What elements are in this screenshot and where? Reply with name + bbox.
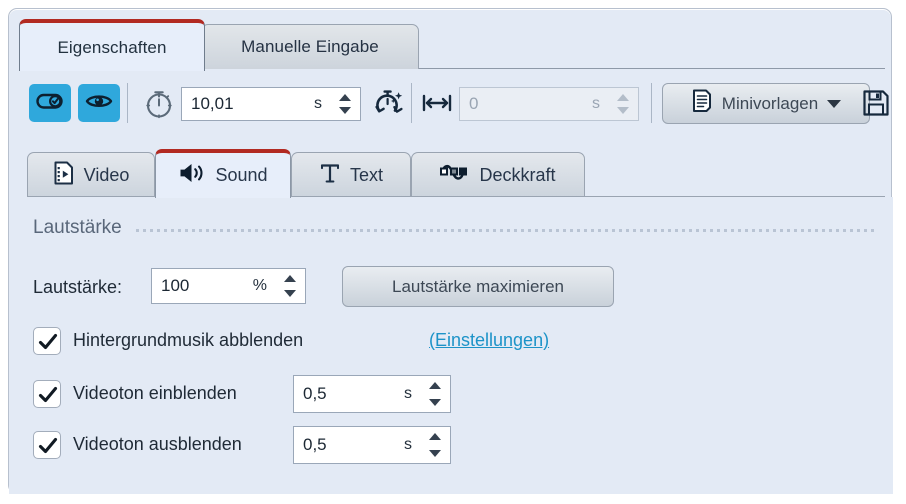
- properties-panel: Eigenschaften Manuelle Eingabe: [8, 8, 892, 494]
- tab-manuelle-eingabe-label: Manuelle Eingabe: [241, 37, 379, 57]
- duration-spinbox[interactable]: 10,01 s: [181, 87, 361, 121]
- einstellungen-link[interactable]: (Einstellungen): [429, 330, 549, 351]
- checkbox-videoton-einblenden[interactable]: [33, 380, 61, 408]
- fadeout-spinbox[interactable]: 0,5 s: [293, 426, 451, 464]
- checkbox-videoton-ausblenden-label: Videoton ausblenden: [73, 434, 242, 455]
- transition-step-down-icon[interactable]: [617, 107, 629, 114]
- check-icon: [37, 435, 59, 457]
- check-icon: [37, 331, 59, 353]
- volume-spinbox[interactable]: 100 %: [151, 268, 306, 304]
- volume-unit: %: [253, 277, 279, 295]
- checkbox-videoton-einblenden-label: Videoton einblenden: [73, 383, 237, 404]
- fadein-stepper[interactable]: [424, 376, 446, 412]
- check-icon: [37, 384, 59, 406]
- transition-value[interactable]: 0: [460, 94, 592, 114]
- fadeout-step-down-icon[interactable]: [429, 450, 441, 457]
- duration-step-down-icon[interactable]: [339, 107, 351, 114]
- floppy-save-icon[interactable]: [859, 84, 893, 122]
- volume-value[interactable]: 100: [152, 276, 253, 296]
- fadeout-value[interactable]: 0,5: [294, 435, 404, 455]
- tab-eigenschaften-label: Eigenschaften: [57, 38, 166, 58]
- outer-tab-active-notch: [20, 68, 204, 70]
- duration-step-up-icon[interactable]: [339, 94, 351, 101]
- fadein-step-up-icon[interactable]: [429, 382, 441, 389]
- transition-stepper[interactable]: [612, 88, 634, 120]
- stopwatch-icon: [141, 85, 177, 121]
- tab-video[interactable]: Video: [27, 152, 155, 197]
- video-file-icon: [53, 161, 75, 190]
- volume-stepper[interactable]: [279, 269, 301, 303]
- volume-step-up-icon[interactable]: [284, 275, 296, 282]
- transition-unit: s: [592, 95, 612, 113]
- capsule-check-toggle-button[interactable]: [29, 84, 71, 122]
- fadein-value[interactable]: 0,5: [294, 384, 404, 404]
- speaker-icon: [178, 161, 206, 190]
- document-icon: [691, 89, 713, 118]
- duration-value[interactable]: 10,01: [182, 94, 314, 114]
- transition-step-up-icon[interactable]: [617, 94, 629, 101]
- stopwatch-sparkle-icon[interactable]: [371, 85, 407, 121]
- toolbar-separator-1: [127, 83, 128, 123]
- volume-step-down-icon[interactable]: [284, 290, 296, 297]
- fadein-step-down-icon[interactable]: [429, 399, 441, 406]
- minivorlagen-label: Minivorlagen: [722, 94, 818, 114]
- maximize-volume-label: Lautstärke maximieren: [392, 277, 564, 297]
- tab-eigenschaften[interactable]: Eigenschaften: [19, 19, 205, 71]
- tab-video-label: Video: [84, 165, 130, 186]
- visibility-toggle-button[interactable]: [78, 84, 120, 122]
- fadein-unit: s: [404, 385, 424, 403]
- inner-tab-active-notch: [156, 195, 290, 198]
- duration-stepper[interactable]: [334, 88, 356, 120]
- volume-group-header: Lautstärke: [33, 215, 875, 241]
- toolbar: 10,01 s: [19, 71, 885, 135]
- eye-icon: [85, 91, 113, 116]
- tab-deckkraft[interactable]: Deckkraft: [411, 152, 585, 197]
- tab-manuelle-eingabe[interactable]: Manuelle Eingabe: [201, 24, 419, 69]
- minivorlagen-button[interactable]: Minivorlagen: [662, 83, 870, 124]
- fadeout-unit: s: [404, 436, 424, 454]
- fadeout-step-up-icon[interactable]: [429, 433, 441, 440]
- capsule-check-icon: [36, 91, 64, 116]
- tab-sound-label: Sound: [215, 165, 267, 186]
- volume-label: Lautstärke:: [33, 277, 122, 298]
- volume-group-title: Lautstärke: [33, 217, 122, 239]
- tab-sound[interactable]: Sound: [155, 149, 291, 198]
- sound-settings-content: Lautstärke Lautstärke: 100 % Lautstärke …: [9, 197, 893, 494]
- toolbar-separator-3: [651, 83, 652, 123]
- transition-spinbox[interactable]: 0 s: [459, 87, 639, 121]
- horizontal-arrows-icon: [419, 85, 455, 121]
- checkbox-hintergrundmusik-label: Hintergrundmusik abblenden: [73, 330, 303, 351]
- toolbar-separator-2: [411, 83, 412, 123]
- chevron-down-icon[interactable]: [827, 100, 841, 108]
- text-t-icon: [319, 161, 341, 190]
- checkbox-hintergrundmusik-abblenden[interactable]: [33, 327, 61, 355]
- tab-text-label: Text: [350, 165, 383, 186]
- duration-unit: s: [314, 95, 334, 113]
- opacity-curve-icon: [440, 161, 470, 190]
- fadein-spinbox[interactable]: 0,5 s: [293, 375, 451, 413]
- tab-deckkraft-label: Deckkraft: [479, 165, 555, 186]
- checkbox-videoton-ausblenden[interactable]: [33, 431, 61, 459]
- fadeout-stepper[interactable]: [424, 427, 446, 463]
- maximize-volume-button[interactable]: Lautstärke maximieren: [342, 266, 614, 307]
- group-divider-dots: [136, 229, 875, 232]
- tab-text[interactable]: Text: [291, 152, 411, 197]
